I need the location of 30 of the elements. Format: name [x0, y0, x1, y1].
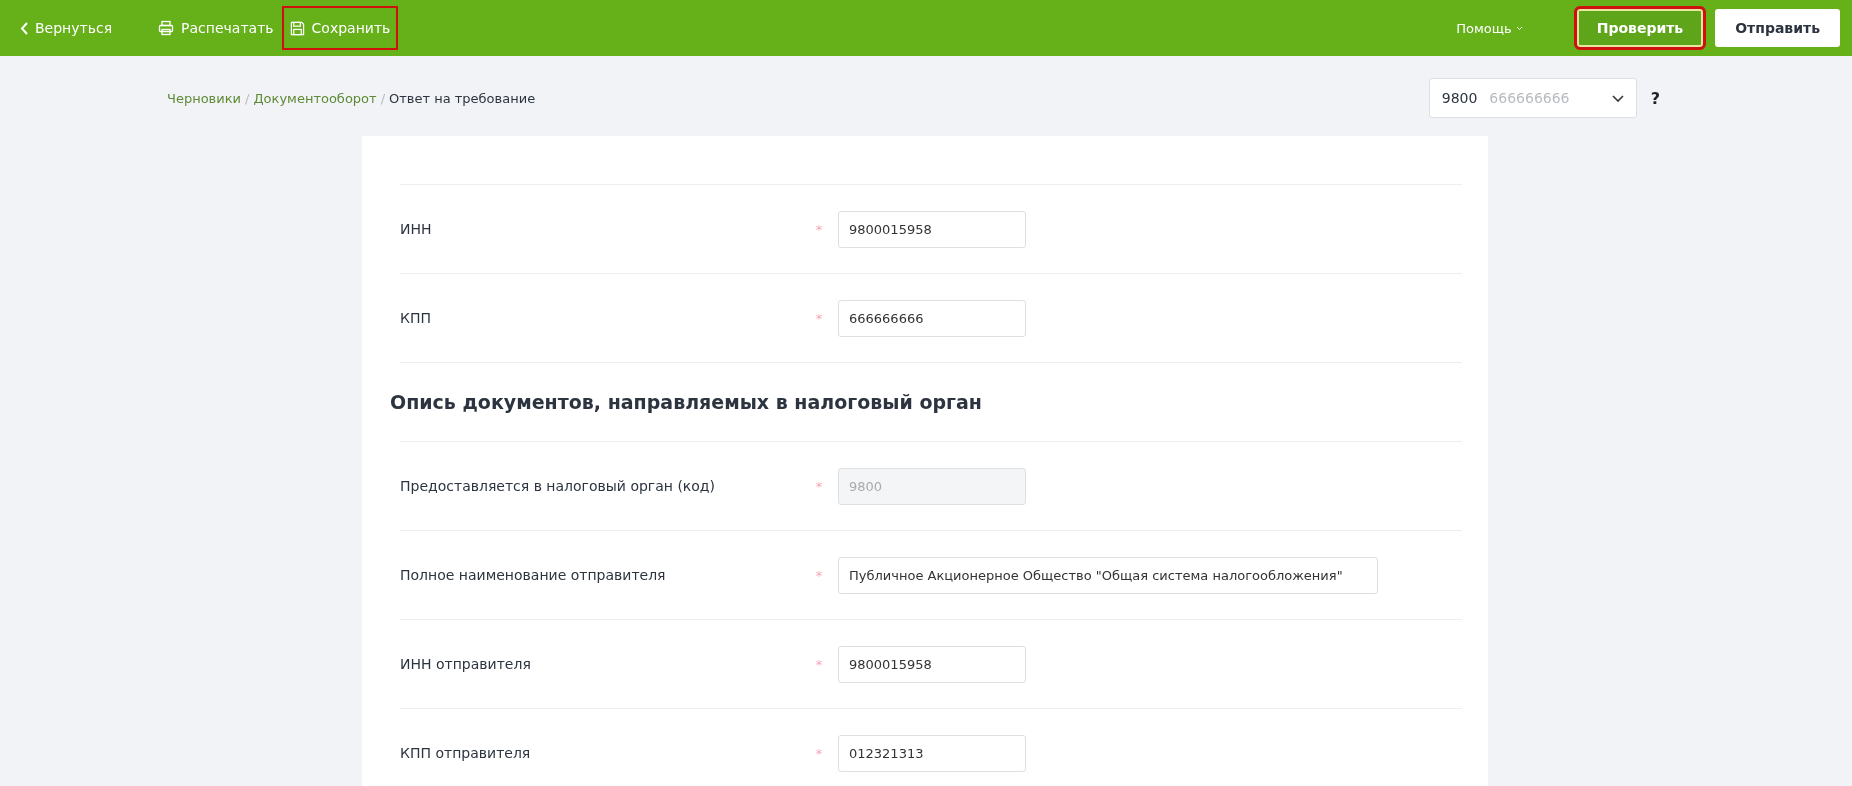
breadcrumb-link[interactable]: Черновики [167, 90, 242, 106]
field-label: ИНН [400, 221, 433, 237]
input-field[interactable]: 9800015958 [838, 210, 1026, 248]
field-label: КПП отправителя [400, 745, 532, 761]
input-field[interactable]: 9800015958 [838, 645, 1026, 683]
required-mark: * [815, 478, 823, 494]
required-mark: * [815, 745, 823, 761]
field-label: Полное наименование отправителя [400, 567, 667, 583]
breadcrumb-link[interactable]: Документооборот [253, 90, 377, 106]
input-field[interactable]: 666666666 [838, 299, 1026, 337]
input-field[interactable]: 012321313 [838, 734, 1026, 772]
breadcrumb-separator: / [245, 90, 250, 106]
input-field[interactable]: Публичное Акционерное Общество "Общая система налогообложения" [838, 556, 1378, 594]
field-label: Предоставляется в налоговый орган (код) [400, 478, 716, 494]
chevron-left-icon [20, 21, 28, 35]
breadcrumb-current: Ответ на требование [389, 90, 536, 106]
breadcrumb-separator: / [380, 90, 385, 106]
required-mark: * [815, 221, 823, 237]
field-label: ИНН отправителя [400, 656, 532, 672]
help-link[interactable]: ? [1650, 88, 1660, 108]
organization-select[interactable]: 9800 666666666 [1428, 78, 1637, 118]
required-mark: * [815, 567, 823, 583]
send-button[interactable]: Отправить [1715, 9, 1840, 47]
section-heading: Опись документов, направляемых в налоговый орган [390, 391, 982, 413]
field-label: КПП [400, 310, 432, 326]
required-mark: * [815, 310, 823, 326]
caret-icon [1515, 25, 1523, 31]
printer-icon [158, 20, 175, 36]
required-mark: * [815, 656, 823, 672]
chevron-down-icon [1611, 94, 1624, 102]
